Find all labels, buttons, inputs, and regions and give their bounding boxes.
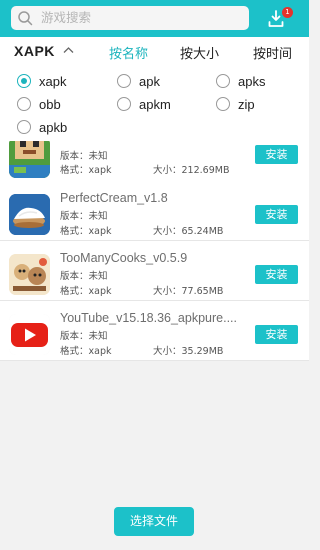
sort-bar: XAPK 按名称 按大小 按时间 <box>0 37 309 65</box>
youtube-icon <box>9 314 50 355</box>
format-text: 格式：xapk <box>60 346 112 357</box>
filter-label: obb <box>39 97 61 112</box>
top-bar: 游戏搜索 1 <box>0 0 309 37</box>
app-name: TooManyCooks_v0.5.9 <box>60 251 188 265</box>
radio-button[interactable] <box>17 120 31 134</box>
sort-by-size[interactable]: 按大小 <box>180 43 219 62</box>
install-button[interactable]: 安装 <box>255 205 298 224</box>
version-text: 版本：未知 <box>60 271 108 282</box>
list-item[interactable]: TooManyCooks_v0.5.9 版本：未知 格式：xapk 大小：77.… <box>0 241 309 301</box>
filter-label: xapk <box>39 74 67 89</box>
filter-label: apk <box>139 74 160 89</box>
list-item[interactable]: PerfectCream_v1.8 版本：未知 格式：xapk 大小：65.24… <box>0 181 309 241</box>
format-text: 格式：xapk <box>60 286 112 297</box>
version-text: 版本：未知 <box>60 211 108 222</box>
size-text: 大小：35.29MB <box>153 346 224 357</box>
app-icon-cooks <box>9 254 50 295</box>
list-item[interactable]: YouTube_v15.18.36_apkpure.... 版本：未知 格式：x… <box>0 301 309 361</box>
size-text: 大小：212.69MB <box>153 165 230 176</box>
install-button[interactable]: 安装 <box>255 325 298 344</box>
radio-button[interactable] <box>216 97 230 111</box>
filter-label: apks <box>238 74 266 89</box>
format-filter-toggle[interactable]: XAPK <box>14 43 55 59</box>
filter-label: apkb <box>39 120 68 135</box>
install-button[interactable]: 安装 <box>255 145 298 164</box>
chevron-up-icon[interactable] <box>63 46 74 54</box>
sort-by-time[interactable]: 按时间 <box>253 43 292 62</box>
filter-label: apkm <box>139 97 171 112</box>
search-input[interactable]: 游戏搜索 <box>11 6 249 30</box>
size-text: 大小：65.24MB <box>153 226 224 237</box>
app-name: PerfectCream_v1.8 <box>60 191 168 205</box>
search-placeholder: 游戏搜索 <box>41 10 92 25</box>
size-text: 大小：77.65MB <box>153 286 224 297</box>
version-text: 版本：未知 <box>60 151 108 162</box>
format-text: 格式：xapk <box>60 165 112 176</box>
choose-file-button[interactable]: 选择文件 <box>114 507 194 536</box>
format-filter-panel: xapk apk apks obb apkm zip apkb <box>0 65 309 141</box>
radio-button[interactable] <box>17 74 31 88</box>
radio-button[interactable] <box>216 74 230 88</box>
radio-button[interactable] <box>17 97 31 111</box>
install-button[interactable]: 安装 <box>255 265 298 284</box>
download-count-badge: 1 <box>282 7 293 18</box>
version-text: 版本：未知 <box>60 331 108 342</box>
sort-by-name[interactable]: 按名称 <box>109 43 148 62</box>
filter-label: zip <box>238 97 255 112</box>
radio-button[interactable] <box>117 97 131 111</box>
app-icon-cream-roll <box>9 194 50 235</box>
app-name: YouTube_v15.18.36_apkpure.... <box>60 311 237 325</box>
format-text: 格式：xapk <box>60 226 112 237</box>
radio-button[interactable] <box>117 74 131 88</box>
search-icon <box>18 11 33 26</box>
app-icon-minecraft-style <box>9 141 50 178</box>
list-item[interactable]: 版本：未知 格式：xapk 大小：212.69MB 安装 <box>0 141 309 182</box>
